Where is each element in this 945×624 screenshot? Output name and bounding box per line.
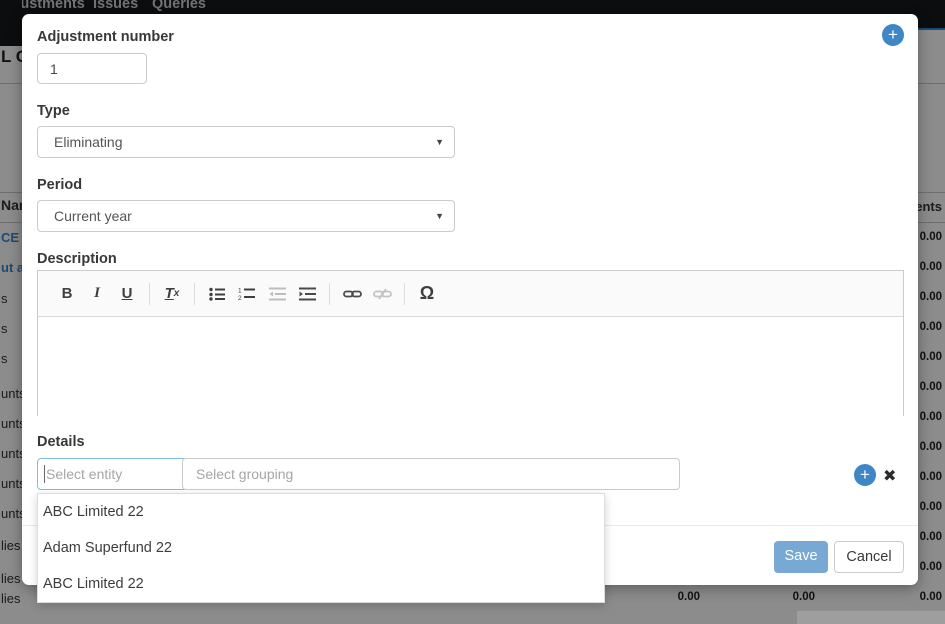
description-editor: B I U Tx 1 bbox=[37, 270, 904, 416]
remove-format-t: T bbox=[165, 285, 174, 302]
link-icon[interactable] bbox=[340, 282, 364, 306]
add-detail-row-button[interactable]: + bbox=[854, 464, 876, 486]
numbered-list-icon[interactable]: 1 2 bbox=[235, 282, 259, 306]
svg-text:2: 2 bbox=[238, 295, 242, 301]
plus-icon: + bbox=[860, 465, 870, 484]
close-icon: ✖ bbox=[883, 468, 896, 485]
select-grouping-input[interactable] bbox=[182, 458, 680, 490]
outdent-icon[interactable] bbox=[265, 282, 289, 306]
chevron-down-icon: ▼ bbox=[435, 127, 444, 157]
screen: Adjustments Issues Queries L G Nan ments… bbox=[0, 0, 945, 624]
toolbar-separator bbox=[329, 283, 330, 305]
details-label: Details bbox=[37, 434, 85, 450]
type-select-value: Eliminating bbox=[54, 134, 122, 150]
italic-icon[interactable]: I bbox=[85, 282, 109, 306]
remove-format-x: x bbox=[174, 288, 180, 299]
add-adjustment-button[interactable]: + bbox=[882, 24, 904, 46]
unlink-icon[interactable] bbox=[370, 282, 394, 306]
remove-detail-row-button[interactable]: ✖ bbox=[883, 466, 896, 486]
period-select-value: Current year bbox=[54, 208, 132, 224]
adjustment-dialog: Adjustment number + Type Eliminating ▼ P… bbox=[22, 14, 918, 585]
toolbar-separator bbox=[404, 283, 405, 305]
description-editor-body[interactable] bbox=[38, 317, 903, 416]
special-character-icon[interactable]: Ω bbox=[415, 282, 439, 306]
svg-text:1: 1 bbox=[238, 287, 242, 294]
period-select[interactable]: Current year ▼ bbox=[37, 200, 455, 232]
select-entity-input[interactable] bbox=[37, 458, 187, 490]
indent-icon[interactable] bbox=[295, 282, 319, 306]
cancel-button[interactable]: Cancel bbox=[834, 541, 904, 573]
bold-icon[interactable]: B bbox=[55, 282, 79, 306]
entity-option[interactable]: ABC Limited 22 bbox=[38, 566, 604, 602]
toolbar-separator bbox=[149, 283, 150, 305]
period-label: Period bbox=[37, 177, 82, 193]
underline-icon[interactable]: U bbox=[115, 282, 139, 306]
adjustment-number-input[interactable] bbox=[37, 53, 147, 84]
text-cursor bbox=[44, 465, 45, 483]
highlighted-cell bbox=[797, 611, 945, 624]
entity-option[interactable]: Adam Superfund 22 bbox=[38, 530, 604, 566]
toolbar-separator bbox=[194, 283, 195, 305]
save-button[interactable]: Save bbox=[774, 541, 828, 573]
entity-dropdown: ABC Limited 22 Adam Superfund 22 ABC Lim… bbox=[37, 493, 605, 603]
chevron-down-icon: ▼ bbox=[435, 201, 444, 231]
type-label: Type bbox=[37, 103, 70, 119]
plus-icon: + bbox=[888, 25, 898, 44]
editor-toolbar: B I U Tx 1 bbox=[38, 271, 903, 317]
type-select[interactable]: Eliminating ▼ bbox=[37, 126, 455, 158]
description-label: Description bbox=[37, 251, 117, 267]
remove-format-icon[interactable]: Tx bbox=[160, 282, 184, 306]
bulleted-list-icon[interactable] bbox=[205, 282, 229, 306]
entity-option[interactable]: ABC Limited 22 bbox=[38, 494, 604, 530]
adjustment-number-label: Adjustment number bbox=[37, 29, 174, 45]
